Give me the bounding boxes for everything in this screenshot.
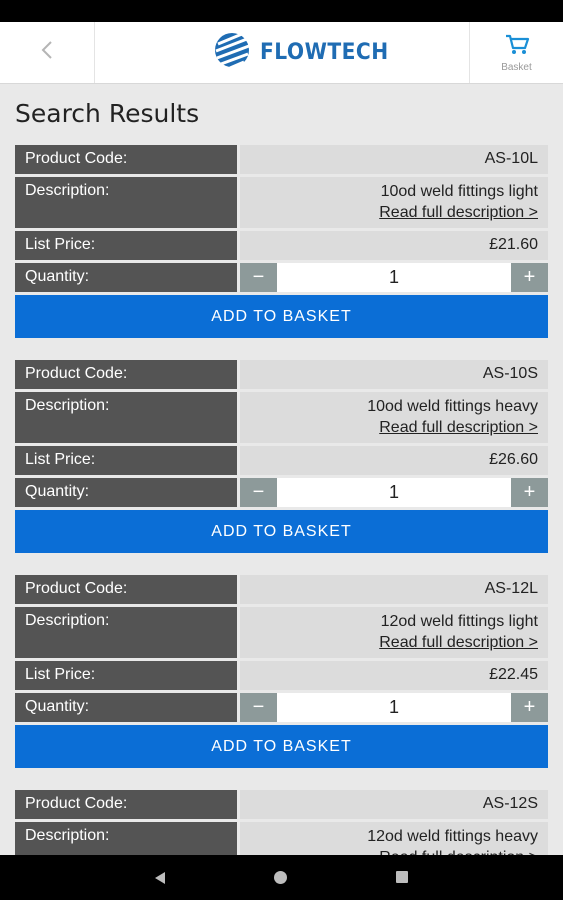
decrease-quantity-button[interactable]: − xyxy=(240,263,277,292)
list-price-row: List Price: £21.60 xyxy=(15,231,548,260)
description-row: Description: 10od weld fittings light Re… xyxy=(15,177,548,228)
list-price-label: List Price: xyxy=(15,446,237,475)
list-price-label: List Price: xyxy=(15,231,237,260)
read-full-description-link[interactable]: Read full description > xyxy=(250,417,538,439)
chevron-left-icon xyxy=(40,40,54,65)
product-code-row: Product Code: AS-10L xyxy=(15,145,548,174)
brand-name: FLOWTECH xyxy=(260,39,389,65)
quantity-row: Quantity: − 1 + xyxy=(15,263,548,292)
nav-back-icon[interactable] xyxy=(153,871,167,890)
read-full-description-link[interactable]: Read full description > xyxy=(250,847,538,855)
status-bar xyxy=(0,0,563,22)
description-value: 10od weld fittings light Read full descr… xyxy=(240,177,548,228)
increase-quantity-button[interactable]: + xyxy=(511,693,548,722)
description-value: 12od weld fittings light Read full descr… xyxy=(240,607,548,658)
description-value: 10od weld fittings heavy Read full descr… xyxy=(240,392,548,443)
product-card: Product Code: AS-12L Description: 12od w… xyxy=(15,575,548,768)
nav-recents-icon[interactable] xyxy=(396,871,408,883)
quantity-stepper: − 1 + xyxy=(240,478,548,507)
description-value: 12od weld fittings heavy Read full descr… xyxy=(240,822,548,855)
add-to-basket-button[interactable]: ADD TO BASKET xyxy=(15,510,548,553)
description-row: Description: 12od weld fittings heavy Re… xyxy=(15,822,548,855)
product-code-value: AS-12L xyxy=(240,575,548,604)
basket-button[interactable]: Basket xyxy=(469,22,563,83)
product-code-value: AS-10L xyxy=(240,145,548,174)
description-label: Description: xyxy=(15,822,237,855)
read-full-description-link[interactable]: Read full description > xyxy=(250,632,538,654)
description-text: 10od weld fittings heavy xyxy=(367,398,538,415)
page-title: Search Results xyxy=(15,99,200,128)
list-price-value: £26.60 xyxy=(240,446,548,475)
quantity-stepper: − 1 + xyxy=(240,693,548,722)
list-price-value: £22.45 xyxy=(240,661,548,690)
increase-quantity-button[interactable]: + xyxy=(511,478,548,507)
product-card: Product Code: AS-10S Description: 10od w… xyxy=(15,360,548,553)
description-label: Description: xyxy=(15,392,237,443)
list-price-row: List Price: £22.45 xyxy=(15,661,548,690)
brand-logo[interactable]: FLOWTECH xyxy=(212,31,400,73)
product-code-value: AS-10S xyxy=(240,360,548,389)
add-to-basket-button[interactable]: ADD TO BASKET xyxy=(15,725,548,768)
description-label: Description: xyxy=(15,607,237,658)
description-row: Description: 10od weld fittings heavy Re… xyxy=(15,392,548,443)
product-code-value: AS-12S xyxy=(240,790,548,819)
quantity-input[interactable]: 1 xyxy=(277,263,511,292)
app-header: FLOWTECH Basket xyxy=(0,22,563,84)
quantity-label: Quantity: xyxy=(15,478,237,507)
quantity-label: Quantity: xyxy=(15,693,237,722)
product-code-label: Product Code: xyxy=(15,575,237,604)
quantity-input[interactable]: 1 xyxy=(277,478,511,507)
increase-quantity-button[interactable]: + xyxy=(511,263,548,292)
list-price-label: List Price: xyxy=(15,661,237,690)
product-code-row: Product Code: AS-12L xyxy=(15,575,548,604)
description-row: Description: 12od weld fittings light Re… xyxy=(15,607,548,658)
list-price-value: £21.60 xyxy=(240,231,548,260)
flowtech-logo-icon xyxy=(212,30,252,75)
product-code-label: Product Code: xyxy=(15,790,237,819)
basket-label: Basket xyxy=(501,61,532,73)
quantity-row: Quantity: − 1 + xyxy=(15,693,548,722)
quantity-row: Quantity: − 1 + xyxy=(15,478,548,507)
cart-icon xyxy=(504,33,530,60)
add-to-basket-button[interactable]: ADD TO BASKET xyxy=(15,295,548,338)
product-code-label: Product Code: xyxy=(15,145,237,174)
product-card: Product Code: AS-12S Description: 12od w… xyxy=(15,790,548,855)
back-button[interactable] xyxy=(0,22,95,83)
read-full-description-link[interactable]: Read full description > xyxy=(250,202,538,224)
description-text: 10od weld fittings light xyxy=(380,183,538,200)
results-list: Product Code: AS-10L Description: 10od w… xyxy=(15,145,548,855)
quantity-stepper: − 1 + xyxy=(240,263,548,292)
system-nav-bar xyxy=(0,855,563,900)
list-price-row: List Price: £26.60 xyxy=(15,446,548,475)
description-text: 12od weld fittings light xyxy=(380,613,538,630)
description-text: 12od weld fittings heavy xyxy=(367,828,538,845)
product-code-row: Product Code: AS-10S xyxy=(15,360,548,389)
product-card: Product Code: AS-10L Description: 10od w… xyxy=(15,145,548,338)
main-content[interactable]: Search Results Product Code: AS-10L Desc… xyxy=(0,85,563,855)
decrease-quantity-button[interactable]: − xyxy=(240,478,277,507)
decrease-quantity-button[interactable]: − xyxy=(240,693,277,722)
description-label: Description: xyxy=(15,177,237,228)
nav-home-icon[interactable] xyxy=(274,871,287,884)
quantity-label: Quantity: xyxy=(15,263,237,292)
product-code-row: Product Code: AS-12S xyxy=(15,790,548,819)
quantity-input[interactable]: 1 xyxy=(277,693,511,722)
product-code-label: Product Code: xyxy=(15,360,237,389)
